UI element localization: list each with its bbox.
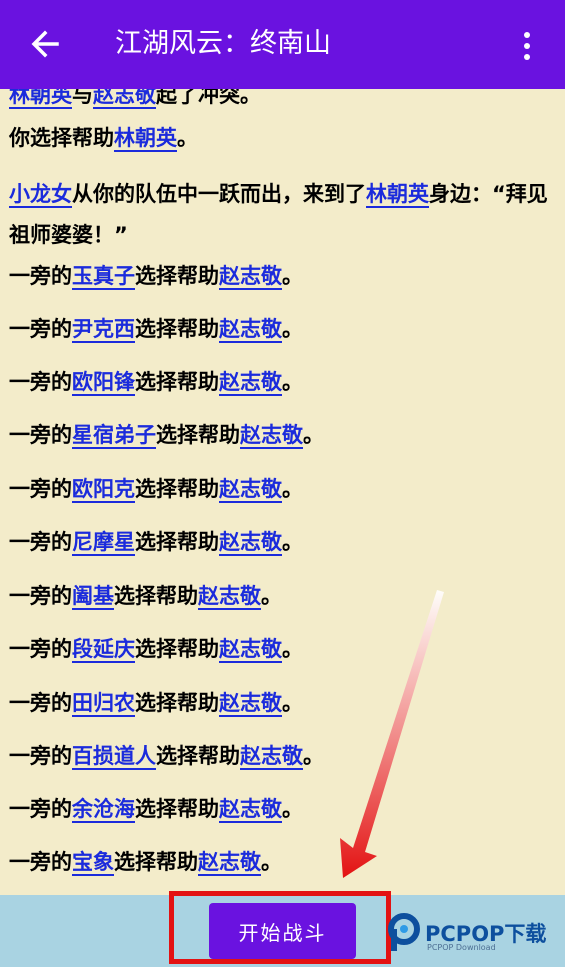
story-text: 。: [303, 744, 324, 768]
story-line: 一旁的尹克西选择帮助赵志敬。: [9, 313, 553, 346]
character-link[interactable]: 欧阳锋: [72, 370, 135, 394]
story-text: 选择帮助: [135, 317, 219, 341]
story-text: 一旁的: [9, 691, 72, 715]
character-link[interactable]: 赵志敬: [219, 637, 282, 661]
story-line: 一旁的百损道人选择帮助赵志敬。: [9, 740, 553, 773]
story-line: 一旁的玉真子选择帮助赵志敬。: [9, 260, 553, 293]
story-text: 选择帮助: [135, 370, 219, 394]
character-link[interactable]: 阖基: [72, 584, 114, 608]
character-link[interactable]: 赵志敬: [219, 264, 282, 288]
character-link[interactable]: 玉真子: [72, 264, 135, 288]
story-text: 。: [282, 691, 303, 715]
character-link[interactable]: 欧阳克: [72, 477, 135, 501]
story-text: 。: [282, 477, 303, 501]
story-text: 选择帮助: [135, 477, 219, 501]
story-text: 选择帮助: [114, 850, 198, 874]
story-line: 小龙女从你的队伍中一跃而出，来到了林朝英身边：“拜见祖师婆婆！”: [9, 174, 553, 256]
app-bar: 江湖风云：终南山: [0, 0, 565, 89]
more-vertical-icon[interactable]: [517, 26, 537, 66]
story-text: 。: [177, 126, 198, 150]
story-text: 一旁的: [9, 797, 72, 821]
character-link[interactable]: 赵志敬: [219, 797, 282, 821]
page-title: 江湖风云：终南山: [115, 28, 331, 59]
character-link[interactable]: 田归农: [72, 691, 135, 715]
highlight-box: [169, 891, 391, 964]
story-line: 一旁的余沧海选择帮助赵志敬。: [9, 793, 553, 826]
story-line: 一旁的田归农选择帮助赵志敬。: [9, 687, 553, 720]
story-line: 一旁的尼摩星选择帮助赵志敬。: [9, 526, 553, 559]
character-link[interactable]: 余沧海: [72, 797, 135, 821]
character-link[interactable]: 赵志敬: [240, 744, 303, 768]
story-text: 选择帮助: [135, 264, 219, 288]
story-text: 。: [282, 317, 303, 341]
story-text: 。: [282, 530, 303, 554]
story-text: 一旁的: [9, 477, 72, 501]
character-link[interactable]: 星宿弟子: [72, 423, 156, 447]
character-link[interactable]: 林朝英: [9, 89, 72, 107]
story-line: 你选择帮助林朝英。: [9, 122, 553, 155]
story-text: 起了冲突。: [156, 89, 261, 107]
character-link[interactable]: 赵志敬: [198, 584, 261, 608]
story-text: 。: [282, 637, 303, 661]
watermark: PCPOP下载 PCPOP Download: [387, 910, 562, 960]
watermark-sub: PCPOP Download: [427, 943, 496, 952]
story-line: 林朝英与赵志敬起了冲突。: [9, 89, 553, 112]
character-link[interactable]: 赵志敬: [93, 89, 156, 107]
character-link[interactable]: 赵志敬: [198, 850, 261, 874]
character-link[interactable]: 宝象: [72, 850, 114, 874]
character-link[interactable]: 小龙女: [9, 182, 72, 206]
story-line: 一旁的星宿弟子选择帮助赵志敬。: [9, 419, 553, 452]
character-link[interactable]: 赵志敬: [219, 317, 282, 341]
character-link[interactable]: 赵志敬: [219, 530, 282, 554]
character-link[interactable]: 尼摩星: [72, 530, 135, 554]
character-link[interactable]: 段延庆: [72, 637, 135, 661]
story-text: 一旁的: [9, 530, 72, 554]
story-text: 一旁的: [9, 423, 72, 447]
story-text: 一旁的: [9, 584, 72, 608]
story-text: 。: [303, 423, 324, 447]
story-text: 一旁的: [9, 744, 72, 768]
character-link[interactable]: 赵志敬: [240, 423, 303, 447]
story-text: 。: [261, 850, 282, 874]
story-text: 你选择帮助: [9, 126, 114, 150]
character-link[interactable]: 赵志敬: [219, 691, 282, 715]
story-text: 选择帮助: [156, 744, 240, 768]
character-link[interactable]: 林朝英: [366, 182, 429, 206]
story-text: 选择帮助: [114, 584, 198, 608]
story-text: 从你的队伍中一跃而出，来到了: [72, 182, 366, 206]
character-link[interactable]: 赵志敬: [219, 370, 282, 394]
story-text: 选择帮助: [135, 530, 219, 554]
story-line: 一旁的段延庆选择帮助赵志敬。: [9, 633, 553, 666]
character-link[interactable]: 赵志敬: [219, 477, 282, 501]
story-log[interactable]: 林朝英与赵志敬起了冲突。 你选择帮助林朝英。 小龙女从你的队伍中一跃而出，来到了林朝…: [0, 89, 565, 895]
story-text: 选择帮助: [156, 423, 240, 447]
story-text: 一旁的: [9, 850, 72, 874]
story-line: 一旁的阖基选择帮助赵志敬。: [9, 580, 553, 613]
story-text: 。: [261, 584, 282, 608]
pcpop-logo-icon: [388, 913, 420, 951]
story-text: 一旁的: [9, 370, 72, 394]
story-line: 一旁的欧阳锋选择帮助赵志敬。: [9, 366, 553, 399]
story-line: 一旁的宝象选择帮助赵志敬。: [9, 846, 553, 879]
story-text: 。: [282, 370, 303, 394]
character-link[interactable]: 尹克西: [72, 317, 135, 341]
story-text: 。: [282, 797, 303, 821]
story-line: 一旁的欧阳克选择帮助赵志敬。: [9, 473, 553, 506]
arrow-back-icon[interactable]: [27, 22, 67, 66]
story-text: 一旁的: [9, 637, 72, 661]
story-text: 一旁的: [9, 317, 72, 341]
story-text: 。: [282, 264, 303, 288]
character-link[interactable]: 林朝英: [114, 126, 177, 150]
story-text: 选择帮助: [135, 797, 219, 821]
story-text: 选择帮助: [135, 691, 219, 715]
story-text: 一旁的: [9, 264, 72, 288]
story-text: 选择帮助: [135, 637, 219, 661]
story-text: 与: [72, 89, 93, 107]
character-link[interactable]: 百损道人: [72, 744, 156, 768]
